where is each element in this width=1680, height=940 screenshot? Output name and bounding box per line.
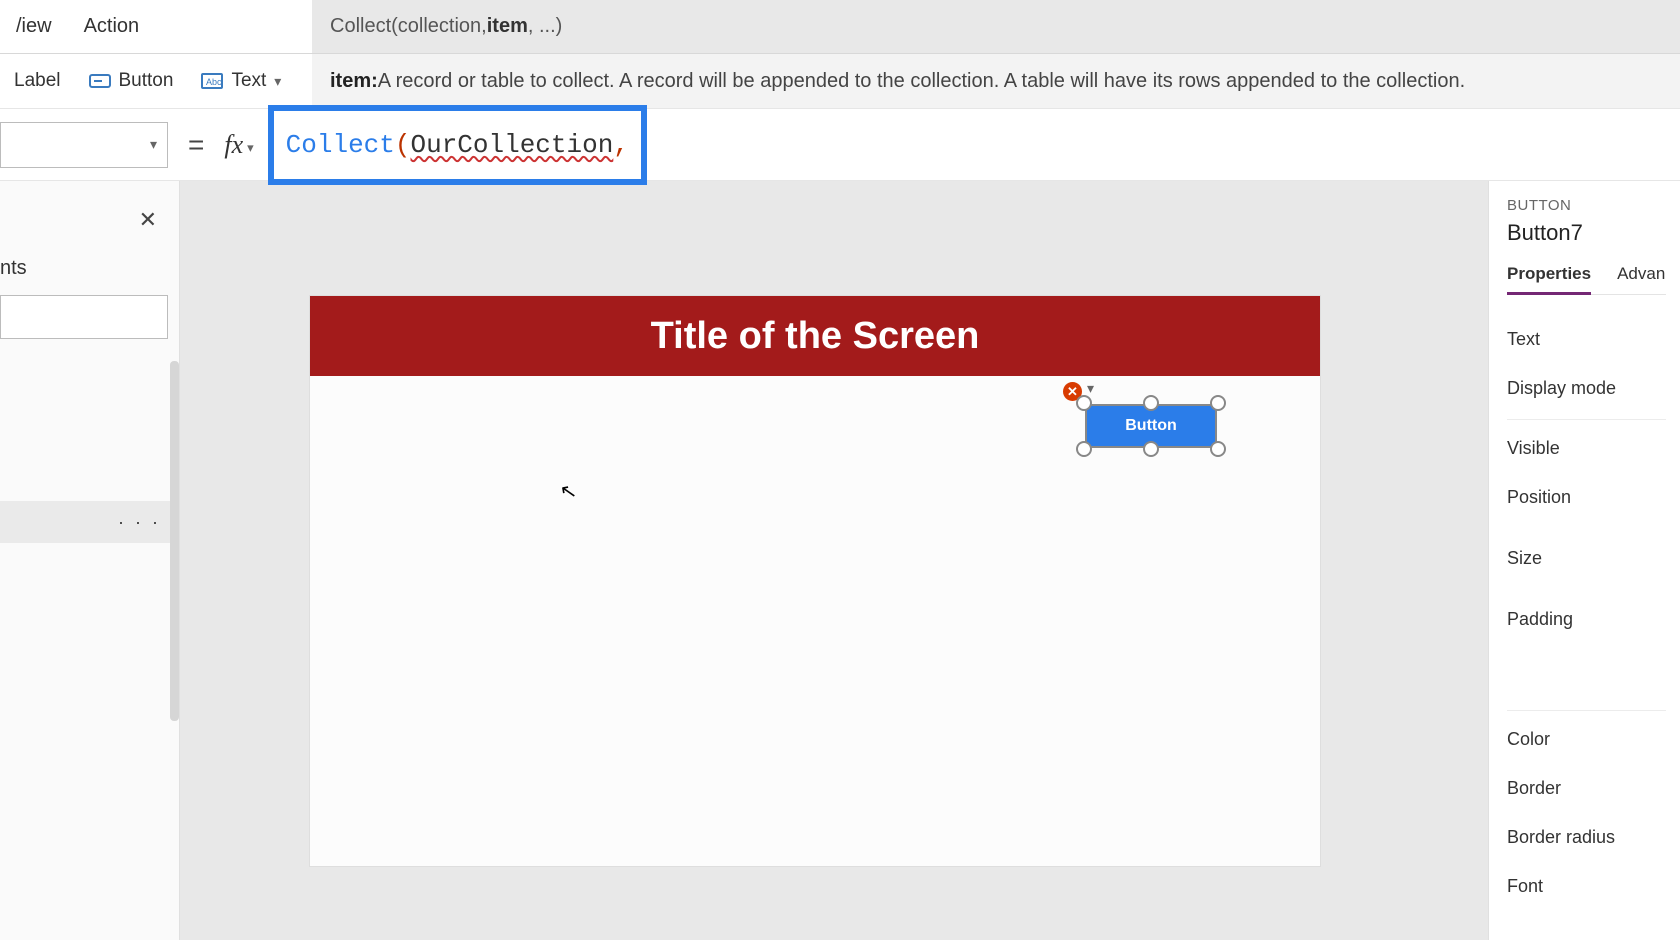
design-canvas[interactable]: Title of the Screen ↖ ✕ ▾ Button	[180, 181, 1488, 940]
menu-view[interactable]: /iew	[0, 1, 68, 52]
button-button-text: Button	[119, 70, 174, 92]
chevron-down-icon[interactable]: ▾	[1087, 380, 1094, 397]
prop-visible[interactable]: Visible	[1507, 424, 1666, 473]
resize-handle[interactable]	[1076, 441, 1092, 457]
control-name-label: Button7	[1507, 220, 1666, 246]
chevron-down-icon: ▾	[150, 136, 157, 153]
resize-handle[interactable]	[1210, 441, 1226, 457]
tab-advanced[interactable]: Advan	[1617, 264, 1665, 294]
ribbon: Label Button Abc Text ▾ item: A record o…	[0, 54, 1680, 109]
fx-wrap[interactable]: fx ▾	[224, 130, 267, 160]
resize-handle[interactable]	[1210, 395, 1226, 411]
prop-display-mode[interactable]: Display mode	[1507, 364, 1666, 413]
signature-prefix: Collect(collection,	[330, 15, 487, 38]
fx-icon: fx	[224, 130, 243, 160]
cursor-icon: ↖	[558, 478, 579, 506]
prop-separator	[1507, 419, 1666, 420]
screen-title-label: Title of the Screen	[651, 315, 980, 358]
tree-item-more[interactable]: · · ·	[118, 512, 161, 533]
prop-font[interactable]: Font	[1507, 862, 1666, 911]
tree-scrollbar[interactable]	[170, 361, 179, 721]
chevron-down-icon: ▾	[247, 140, 254, 156]
label-button-text: Label	[14, 70, 61, 92]
prop-border-radius[interactable]: Border radius	[1507, 813, 1666, 862]
prop-separator	[1507, 710, 1666, 711]
screen-header: Title of the Screen	[310, 296, 1320, 376]
menu-bar: /iew Action Collect(collection, item , .…	[0, 0, 1680, 54]
formula-fn: Collect	[286, 130, 395, 160]
properties-tabs: Properties Advan	[1507, 264, 1666, 295]
param-help-desc: A record or table to collect. A record w…	[378, 70, 1465, 93]
svg-text:Abc: Abc	[206, 77, 222, 87]
tree-selected-item[interactable]: · · ·	[0, 501, 179, 543]
formula-arg: OurCollection	[410, 130, 613, 160]
workspace: ✕ nts · · · Title of the Screen ↖ ✕ ▾ Bu…	[0, 181, 1680, 940]
tree-heading: nts	[0, 257, 27, 280]
text-icon: Abc	[201, 72, 223, 90]
resize-handle[interactable]	[1143, 395, 1159, 411]
prop-border[interactable]: Border	[1507, 764, 1666, 813]
equals-sign: =	[168, 129, 224, 161]
chevron-down-icon: ▾	[274, 73, 281, 90]
properties-panel: BUTTON Button7 Properties Advan Text Dis…	[1488, 181, 1680, 940]
intellisense-signature: Collect(collection, item , ...)	[312, 0, 1680, 53]
insert-text-button[interactable]: Abc Text ▾	[187, 54, 295, 108]
param-help: item: A record or table to collect. A re…	[312, 54, 1680, 108]
signature-current-param: item	[487, 15, 528, 38]
ribbon-left: Label Button Abc Text ▾	[0, 54, 312, 108]
prop-color[interactable]: Color	[1507, 715, 1666, 764]
control-type-label: BUTTON	[1507, 197, 1666, 214]
formula-input-highlight: Collect(OurCollection,	[268, 105, 647, 185]
text-button-text: Text	[231, 70, 266, 92]
resize-handle[interactable]	[1076, 395, 1092, 411]
param-help-name: item:	[330, 70, 378, 93]
signature-suffix: , ...)	[528, 15, 562, 38]
menu-left: /iew Action	[0, 0, 312, 53]
insert-button-button[interactable]: Button	[75, 54, 188, 108]
prop-position[interactable]: Position	[1507, 473, 1666, 522]
prop-padding[interactable]: Padding	[1507, 583, 1666, 644]
resize-handle[interactable]	[1143, 441, 1159, 457]
close-icon[interactable]: ✕	[139, 207, 157, 233]
tree-view-panel: ✕ nts · · ·	[0, 181, 180, 940]
formula-bar: ▾ = fx ▾ Collect(OurCollection,	[0, 109, 1680, 181]
screen-preview[interactable]: Title of the Screen ↖ ✕ ▾ Button	[310, 296, 1320, 866]
selected-control-bounds[interactable]: ✕ ▾ Button	[1085, 404, 1217, 448]
menu-action[interactable]: Action	[68, 1, 156, 52]
formula-input[interactable]: Collect(OurCollection,	[286, 130, 629, 160]
property-selector[interactable]: ▾	[0, 122, 168, 168]
formula-comma: ,	[613, 130, 629, 160]
tree-search-input[interactable]	[0, 295, 168, 339]
formula-open: (	[395, 130, 411, 160]
prop-size[interactable]: Size	[1507, 522, 1666, 583]
spacer	[1507, 644, 1666, 704]
tab-properties[interactable]: Properties	[1507, 264, 1591, 294]
prop-text[interactable]: Text	[1507, 315, 1666, 364]
button-icon	[89, 72, 111, 90]
insert-label-button[interactable]: Label	[0, 54, 75, 108]
